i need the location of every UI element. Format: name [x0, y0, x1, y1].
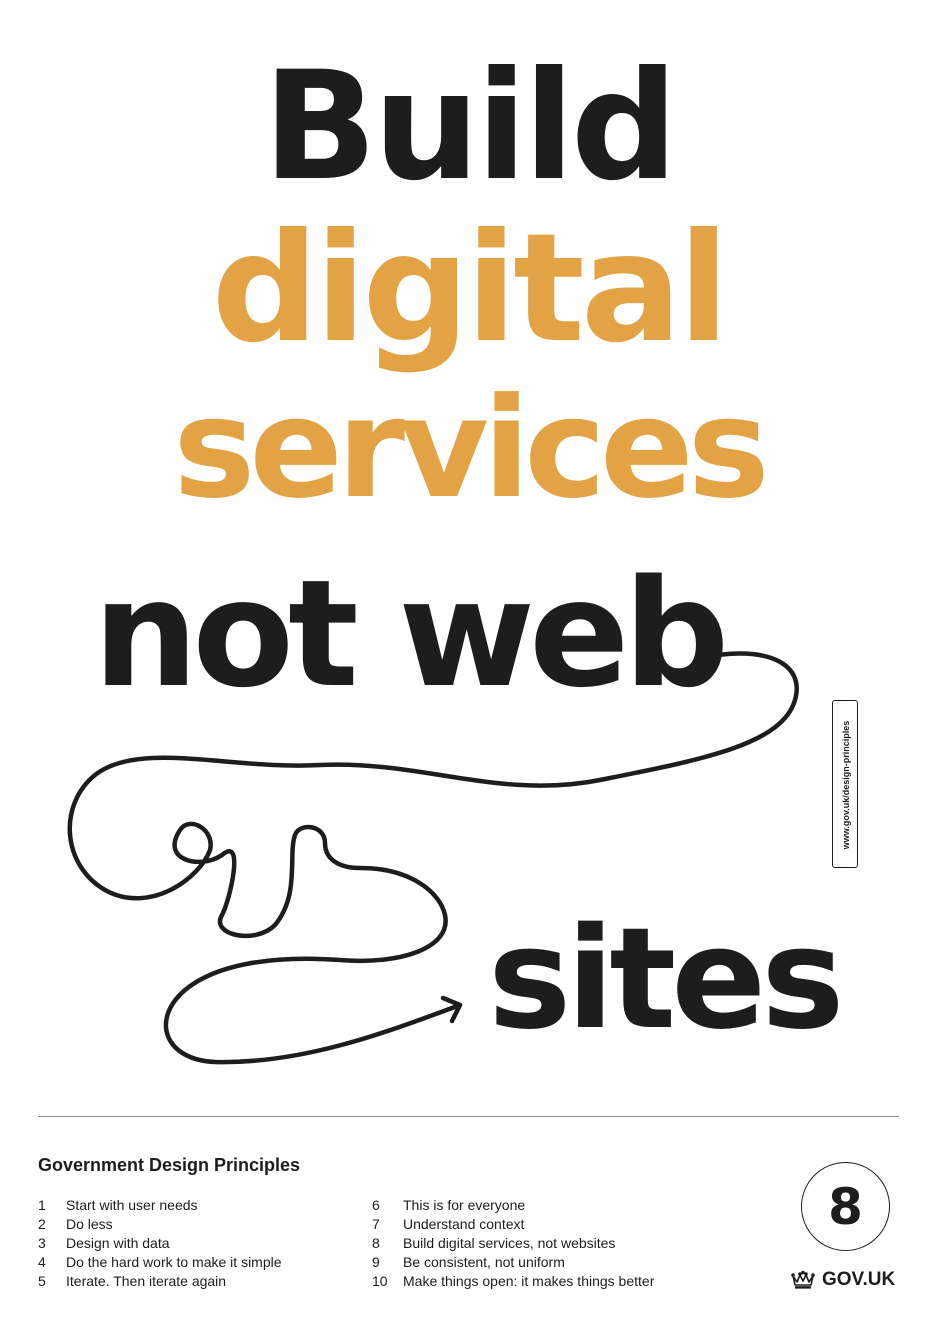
principle-item: 4 Do the hard work to make it simple [38, 1253, 282, 1272]
principle-text: This is for everyone [403, 1197, 526, 1213]
principle-item: 1 Start with user needs [38, 1196, 282, 1215]
arrowhead [440, 995, 463, 1024]
govuk-logo[interactable]: GOV.UK [790, 1269, 895, 1291]
principle-text: Understand context [403, 1216, 525, 1232]
principle-number: 1 [38, 1197, 46, 1213]
headline-services: services [173, 368, 770, 529]
principle-number: 10 [372, 1273, 388, 1289]
principle-text: Design with data [66, 1235, 170, 1251]
url-tag[interactable]: www.gov.uk/design-principles [832, 700, 858, 868]
headline-digital: digital [211, 202, 730, 376]
principle-text: Do the hard work to make it simple [66, 1254, 282, 1270]
principle-text: Do less [66, 1216, 113, 1232]
principle-number: 7 [372, 1216, 380, 1232]
headline-build: Build [262, 40, 678, 214]
principle-text: Iterate. Then iterate again [66, 1273, 227, 1289]
principles-list-right: 6 This is for everyone 7 Understand contex… [372, 1196, 654, 1291]
headline-sites: sites [488, 898, 845, 1061]
footer-divider [38, 1116, 899, 1117]
principle-number: 8 [372, 1235, 380, 1251]
principle-number: 3 [38, 1235, 46, 1251]
govuk-brand-text: GOV.UK [822, 1269, 896, 1290]
principle-text: Start with user needs [66, 1197, 198, 1213]
principle-number: 2 [38, 1216, 46, 1232]
principle-text: Make things open: it makes things better [403, 1273, 655, 1289]
footer-title: Government Design Principles [38, 1155, 301, 1175]
principle-number-badge: 8 [801, 1162, 890, 1251]
principle-item: 6 This is for everyone [372, 1196, 654, 1215]
principle-text: Be consistent, not uniform [403, 1254, 565, 1270]
principle-item: 9 Be consistent, not uniform [372, 1253, 654, 1272]
principle-number: 4 [38, 1254, 46, 1270]
principle-item: 8 Build digital services, not websites [372, 1234, 654, 1253]
principle-number: 9 [372, 1254, 380, 1270]
principle-item: 10 Make things open: it makes things bett… [372, 1272, 654, 1291]
url-tag-text: www.gov.uk/design-principles [841, 720, 851, 850]
principle-text: Build digital services, not websites [403, 1235, 616, 1251]
crown-icon [791, 1270, 815, 1289]
principle-item: 7 Understand context [372, 1215, 654, 1234]
principle-number: 6 [372, 1197, 380, 1213]
headline-not-web: not web [93, 548, 729, 720]
principle-item: 2 Do less [38, 1215, 282, 1234]
principle-item: 3 Design with data [38, 1234, 282, 1253]
principle-item: 5 Iterate. Then iterate again [38, 1272, 282, 1291]
principles-list-left: 1 Start with user needs 2 Do less 3 Design … [38, 1196, 282, 1291]
principle-number: 5 [38, 1273, 46, 1289]
